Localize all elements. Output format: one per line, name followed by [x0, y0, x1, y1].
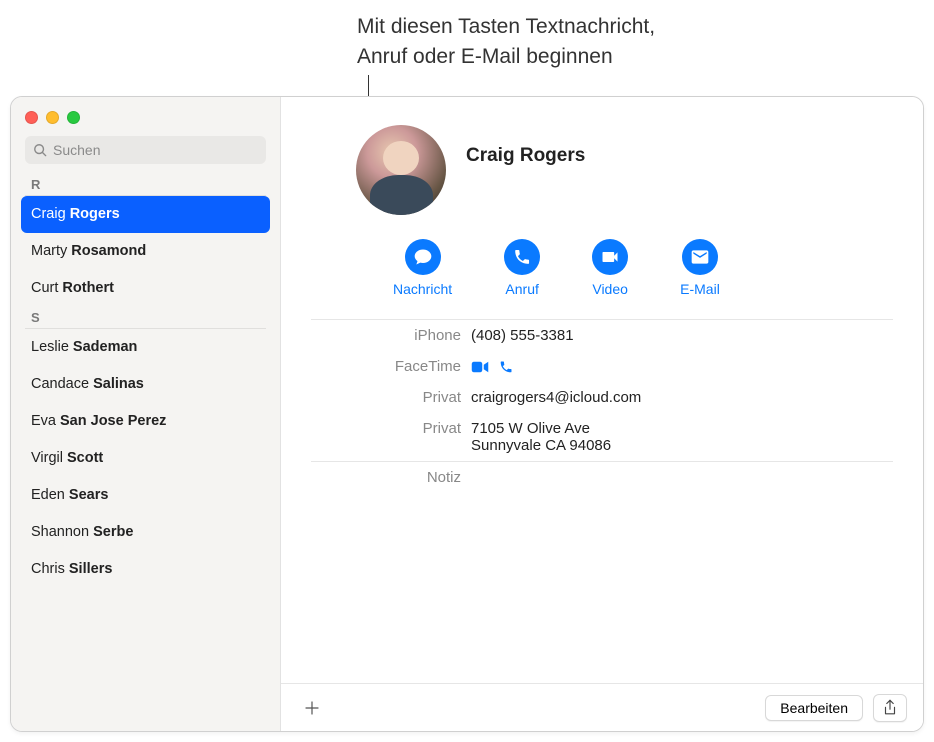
- address-label: Privat: [311, 420, 471, 454]
- plus-icon: [303, 699, 321, 717]
- contact-item[interactable]: Chris Sillers: [11, 551, 280, 588]
- contact-header: Craig Rogers: [281, 97, 923, 219]
- detail-row-facetime[interactable]: FaceTime: [311, 351, 893, 382]
- detail-row-phone[interactable]: iPhone (408) 555-3381: [311, 320, 893, 351]
- avatar[interactable]: [356, 125, 446, 215]
- contact-item[interactable]: Craig Rogers: [21, 196, 270, 233]
- contact-details: iPhone (408) 555-3381 FaceTime Privat cr…: [281, 319, 923, 493]
- zoom-window-button[interactable]: [67, 111, 80, 124]
- close-window-button[interactable]: [25, 111, 38, 124]
- mail-icon: [682, 239, 718, 275]
- contact-item[interactable]: Eden Sears: [11, 477, 280, 514]
- phone-icon: [504, 239, 540, 275]
- address-value: 7105 W Olive Ave Sunnyvale CA 94086: [471, 420, 893, 454]
- message-label: Nachricht: [393, 281, 452, 297]
- search-input[interactable]: [53, 142, 258, 158]
- call-label: Anruf: [505, 281, 538, 297]
- note-value: [471, 469, 893, 486]
- facetime-audio-icon[interactable]: [499, 360, 513, 374]
- mail-button[interactable]: E-Mail: [680, 239, 720, 297]
- phone-label: iPhone: [311, 327, 471, 344]
- callout-annotation: Mit diesen Tasten Textnachricht, Anruf o…: [357, 12, 655, 73]
- detail-row-address[interactable]: Privat 7105 W Olive Ave Sunnyvale CA 940…: [311, 413, 893, 461]
- window-controls: [11, 97, 280, 130]
- action-buttons-row: Nachricht Anruf Video E-Mail: [281, 219, 923, 319]
- search-icon: [33, 143, 47, 157]
- contact-item[interactable]: Candace Salinas: [11, 366, 280, 403]
- sidebar: RCraig RogersMarty RosamondCurt RothertS…: [11, 97, 281, 731]
- add-button[interactable]: [297, 695, 327, 721]
- email-value: craigrogers4@icloud.com: [471, 389, 893, 406]
- message-icon: [405, 239, 441, 275]
- note-label: Notiz: [311, 469, 471, 486]
- share-icon: [882, 699, 898, 717]
- contact-item[interactable]: Marty Rosamond: [11, 233, 280, 270]
- facetime-video-icon[interactable]: [471, 360, 489, 374]
- contact-item[interactable]: Shannon Serbe: [11, 514, 280, 551]
- detail-row-email[interactable]: Privat craigrogers4@icloud.com: [311, 382, 893, 413]
- search-box[interactable]: [25, 136, 266, 164]
- contact-item[interactable]: Leslie Sademan: [11, 329, 280, 366]
- contact-name: Craig Rogers: [466, 145, 585, 167]
- video-label: Video: [592, 281, 628, 297]
- contact-list[interactable]: RCraig RogersMarty RosamondCurt RothertS…: [11, 174, 280, 731]
- facetime-icons: [471, 358, 893, 374]
- edit-button[interactable]: Bearbeiten: [765, 695, 863, 721]
- section-header-s: S: [25, 307, 266, 329]
- call-button[interactable]: Anruf: [504, 239, 540, 297]
- contacts-window: RCraig RogersMarty RosamondCurt RothertS…: [10, 96, 924, 732]
- email-label: Privat: [311, 389, 471, 406]
- share-button[interactable]: [873, 694, 907, 722]
- message-button[interactable]: Nachricht: [393, 239, 452, 297]
- mail-label: E-Mail: [680, 281, 720, 297]
- detail-row-note[interactable]: Notiz: [311, 462, 893, 493]
- bottom-toolbar: Bearbeiten: [281, 683, 923, 731]
- search-container: [11, 130, 280, 174]
- contact-item[interactable]: Curt Rothert: [11, 270, 280, 307]
- video-icon: [592, 239, 628, 275]
- contact-item[interactable]: Eva San Jose Perez: [11, 403, 280, 440]
- contact-detail-pane: Craig Rogers Nachricht Anruf Video: [281, 97, 923, 731]
- phone-value: (408) 555-3381: [471, 327, 893, 344]
- minimize-window-button[interactable]: [46, 111, 59, 124]
- video-button[interactable]: Video: [592, 239, 628, 297]
- section-header-r: R: [25, 174, 266, 196]
- facetime-label: FaceTime: [311, 358, 471, 375]
- contact-item[interactable]: Virgil Scott: [11, 440, 280, 477]
